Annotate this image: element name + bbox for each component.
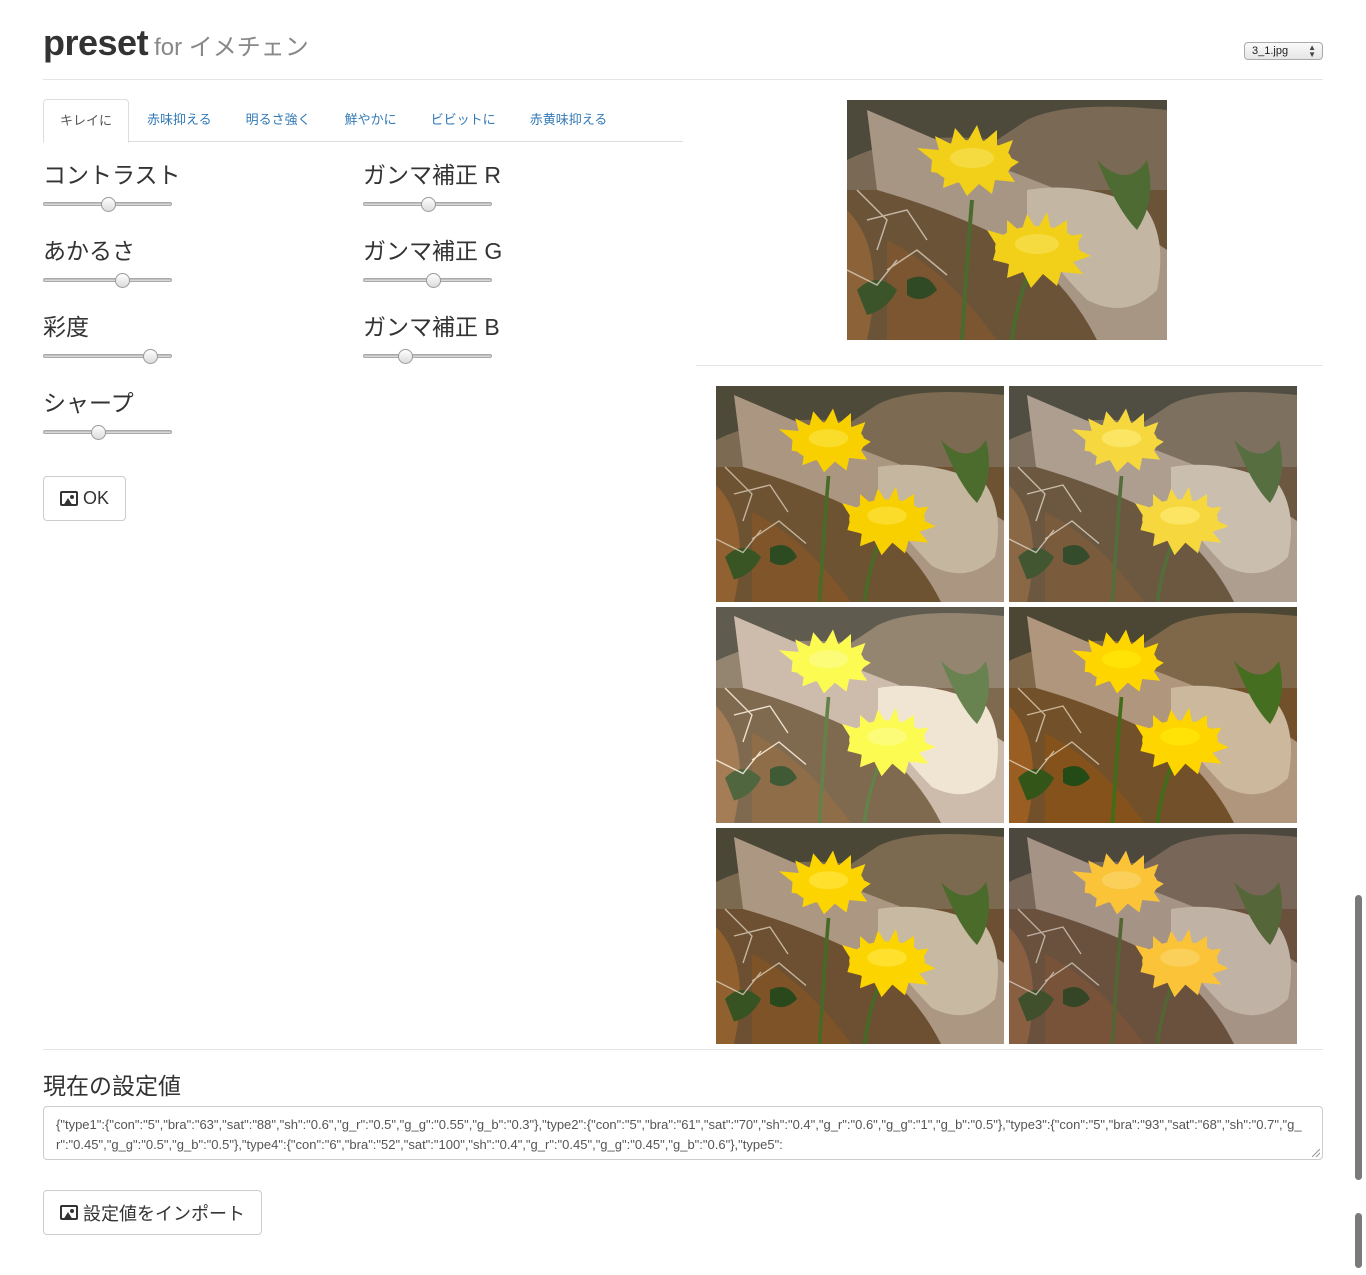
brand-subtitle: for イメチェン (154, 34, 309, 61)
slider-thumb[interactable] (100, 197, 116, 212)
brightness-control: あかるさ (43, 236, 303, 290)
preset-preview-1[interactable] (716, 386, 1004, 602)
preset-tabs: キレイに 赤味抑える 明るさ強く 鮮やかに ビビットに 赤黄味抑える (43, 99, 683, 143)
tab-brighter[interactable]: 明るさ強く (230, 99, 327, 142)
flower-image (1009, 607, 1297, 823)
ok-button-label: OK (83, 488, 110, 508)
saturation-slider[interactable] (43, 346, 172, 366)
saturation-label: 彩度 (43, 314, 89, 340)
sharp-label: シャープ (43, 390, 134, 416)
file-select-value: 3_1.jpg (1252, 45, 1289, 57)
tab-vivit[interactable]: ビビットに (415, 99, 512, 142)
import-settings-button[interactable]: 設定値をインポート (43, 1190, 262, 1235)
file-select[interactable]: 3_1.jpg ▲ ▼ (1244, 42, 1323, 60)
preset-preview-2[interactable] (1009, 386, 1297, 602)
import-button-label: 設定値をインポート (83, 1203, 245, 1224)
gamma-b-label: ガンマ補正 B (363, 314, 500, 340)
gamma-g-label: ガンマ補正 G (363, 238, 503, 264)
tab-reduce-red-yellow[interactable]: 赤黄味抑える (514, 99, 624, 142)
gamma-g-slider[interactable] (363, 270, 492, 290)
gamma-r-control: ガンマ補正 R (363, 160, 623, 214)
tab-vivid[interactable]: 鮮やかに (329, 99, 413, 142)
saturation-control: 彩度 (43, 312, 303, 366)
flower-image (716, 828, 1004, 1044)
contrast-slider[interactable] (43, 194, 172, 214)
ok-button[interactable]: OK (43, 476, 126, 521)
slider-track (43, 278, 172, 282)
gamma-r-slider[interactable] (363, 194, 492, 214)
tab-kirei[interactable]: キレイに (43, 99, 130, 143)
select-arrows-icon: ▲ ▼ (1308, 43, 1316, 59)
sharp-slider[interactable] (43, 422, 172, 442)
preview-divider (696, 365, 1323, 366)
resize-handle-icon[interactable] (1312, 1149, 1320, 1157)
contrast-label: コントラスト (43, 162, 181, 188)
tab-reduce-red[interactable]: 赤味抑える (131, 99, 228, 142)
sharp-control: シャープ (43, 388, 303, 442)
slider-track (363, 354, 492, 358)
gamma-b-control: ガンマ補正 B (363, 312, 623, 366)
settings-value: {"type1":{"con":"5","bra":"63","sat":"88… (56, 1117, 1302, 1152)
preset-preview-5[interactable] (716, 828, 1004, 1044)
slider-thumb[interactable] (143, 349, 159, 364)
preset-preview-6[interactable] (1009, 828, 1297, 1044)
brightness-slider[interactable] (43, 270, 172, 290)
page-title: preset for イメチェン (43, 22, 309, 64)
preset-preview-4[interactable] (1009, 607, 1297, 823)
scrollbar-thumb[interactable] (1355, 895, 1362, 1180)
flower-image (847, 100, 1167, 340)
original-photo (847, 100, 1167, 340)
slider-track (43, 430, 172, 434)
brand-name: preset (43, 22, 149, 63)
slider-thumb[interactable] (397, 349, 413, 364)
slider-thumb[interactable] (426, 273, 442, 288)
gamma-r-label: ガンマ補正 R (363, 162, 501, 188)
contrast-control: コントラスト (43, 160, 303, 214)
settings-title: 現在の設定値 (43, 1073, 181, 1099)
flower-image (1009, 828, 1297, 1044)
section-divider (43, 1049, 1323, 1050)
settings-textarea[interactable]: {"type1":{"con":"5","bra":"63","sat":"88… (43, 1106, 1323, 1160)
flower-image (1009, 386, 1297, 602)
flower-image (716, 386, 1004, 602)
brightness-label: あかるさ (43, 238, 135, 264)
slider-thumb[interactable] (91, 425, 107, 440)
gamma-g-control: ガンマ補正 G (363, 236, 623, 290)
page-header: preset for イメチェン 3_1.jpg ▲ ▼ (43, 18, 1323, 80)
slider-thumb[interactable] (115, 273, 131, 288)
gamma-b-slider[interactable] (363, 346, 492, 366)
preset-preview-3[interactable] (716, 607, 1004, 823)
picture-icon (60, 1205, 78, 1220)
flower-image (716, 607, 1004, 823)
slider-thumb[interactable] (420, 197, 436, 212)
scrollbar-thumb-lower[interactable] (1355, 1213, 1362, 1268)
picture-icon (60, 491, 78, 506)
